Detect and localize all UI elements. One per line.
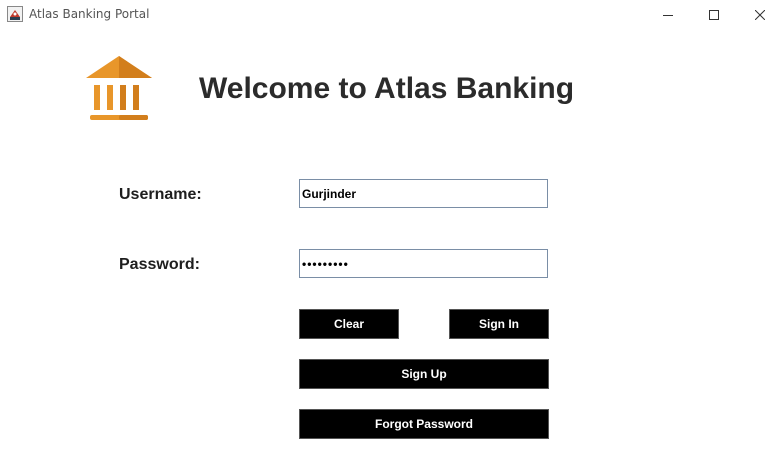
maximize-icon xyxy=(709,10,719,20)
password-label: Password: xyxy=(119,256,200,273)
maximize-button[interactable] xyxy=(691,0,737,30)
close-button[interactable] xyxy=(737,0,779,30)
forgot-password-button[interactable]: Forgot Password xyxy=(299,409,549,439)
minimize-button[interactable] xyxy=(645,0,691,30)
sign-in-button[interactable]: Sign In xyxy=(449,309,549,339)
clear-button[interactable]: Clear xyxy=(299,309,399,339)
title-bar: Atlas Banking Portal xyxy=(0,0,779,30)
window-title: Atlas Banking Portal xyxy=(29,7,150,21)
bank-building-icon xyxy=(86,56,152,124)
close-icon xyxy=(755,10,765,20)
username-field[interactable] xyxy=(299,179,548,208)
username-label: Username: xyxy=(119,186,202,203)
password-field[interactable] xyxy=(299,249,548,278)
minimize-icon xyxy=(663,15,673,16)
welcome-heading: Welcome to Atlas Banking xyxy=(199,72,575,105)
sign-up-button[interactable]: Sign Up xyxy=(299,359,549,389)
java-app-icon xyxy=(7,6,23,22)
